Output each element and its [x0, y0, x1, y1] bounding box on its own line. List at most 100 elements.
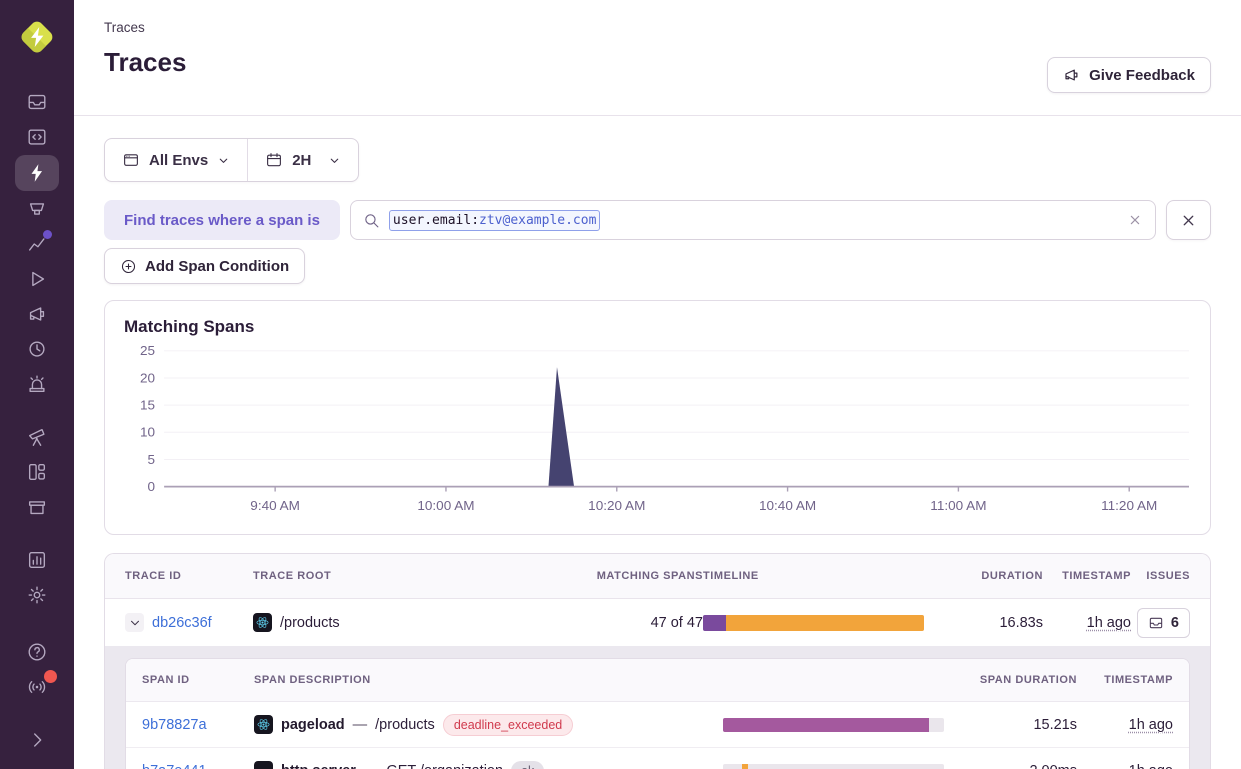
svg-text:10: 10	[140, 425, 155, 440]
trace-issues-button[interactable]: 6	[1137, 608, 1190, 638]
sidebar-item-performance-active[interactable]	[15, 155, 59, 191]
span-search-input[interactable]: user.email:ztv@example.com	[350, 200, 1156, 240]
matching-spans-chart[interactable]: 05101520259:40 AM10:00 AM10:20 AM10:40 A…	[124, 339, 1191, 524]
sidebar-item-crons[interactable]	[15, 367, 59, 401]
span-row: b7a7e441 ex http.server — GET /organizat…	[126, 748, 1189, 769]
give-feedback-label: Give Feedback	[1089, 67, 1195, 84]
col-span-duration: SPAN DURATION	[973, 674, 1077, 686]
trace-timeline-bar[interactable]	[703, 615, 924, 631]
span-op: pageload	[281, 717, 345, 733]
status-badge-deadline-exceeded: deadline_exceeded	[443, 714, 573, 736]
svg-text:11:20 AM: 11:20 AM	[1101, 498, 1157, 513]
span-timestamp[interactable]: 1h ago	[1129, 763, 1173, 769]
token-key: user.email:	[393, 213, 479, 228]
search-token[interactable]: user.email:ztv@example.com	[389, 210, 601, 231]
token-value: ztv@example.com	[479, 213, 596, 228]
sidebar-item-history[interactable]	[15, 332, 59, 366]
svg-text:10:00 AM: 10:00 AM	[417, 498, 474, 513]
collapse-row-button[interactable]	[125, 613, 144, 632]
span-id-link[interactable]: b7a7e441	[142, 763, 207, 769]
col-trace-root: TRACE ROOT	[253, 570, 585, 582]
span-separator: —	[364, 763, 379, 769]
span-description: GET /organization	[386, 763, 503, 769]
page-header: Traces Traces Give Feedback	[74, 0, 1241, 116]
col-span-description: SPAN DESCRIPTION	[254, 674, 723, 686]
sidebar-item-whats-new[interactable]	[15, 670, 59, 704]
give-feedback-button[interactable]: Give Feedback	[1047, 57, 1211, 93]
add-span-condition-label: Add Span Condition	[145, 258, 289, 275]
span-description: /products	[375, 717, 435, 733]
sidebar-item-explore[interactable]	[15, 420, 59, 454]
window-icon	[122, 151, 140, 169]
col-duration: DURATION	[955, 570, 1043, 582]
sidebar-item-settings[interactable]	[15, 578, 59, 612]
sidebar-item-insights[interactable]	[15, 227, 59, 261]
breadcrumb[interactable]: Traces	[104, 20, 1211, 35]
sidebar-item-issues[interactable]	[15, 85, 59, 119]
svg-text:5: 5	[148, 452, 156, 467]
add-span-condition-button[interactable]: Add Span Condition	[104, 248, 305, 284]
remove-condition-button[interactable]	[1166, 200, 1211, 240]
sidebar-item-replays[interactable]	[15, 262, 59, 296]
chart-title: Matching Spans	[124, 317, 1191, 337]
span-duration: 15.21s	[973, 717, 1077, 733]
span-separator: —	[353, 717, 368, 733]
sidebar-item-dashboards[interactable]	[15, 455, 59, 489]
trace-id-link[interactable]: db26c36f	[152, 615, 212, 631]
environment-selector[interactable]: All Envs	[105, 151, 247, 169]
svg-text:9:40 AM: 9:40 AM	[250, 498, 300, 513]
trace-duration: 16.83s	[955, 615, 1043, 631]
environment-value: All Envs	[149, 152, 208, 169]
plus-circle-icon	[120, 258, 137, 275]
trace-row: db26c36f /products 47 of 47 16.83s 1h ag…	[105, 599, 1210, 646]
span-duration: 2.00ms	[973, 763, 1077, 769]
col-span-timestamp: TIMESTAMP	[1077, 674, 1173, 686]
filter-group: All Envs 2H	[104, 138, 359, 182]
sidebar-collapse-button[interactable]	[15, 723, 59, 757]
sidebar-item-releases[interactable]	[15, 192, 59, 226]
span-op: http.server	[281, 763, 356, 769]
span-table-header: SPAN ID SPAN DESCRIPTION SPAN DURATION T…	[126, 659, 1189, 702]
sentry-logo[interactable]	[15, 15, 59, 59]
megaphone-icon	[1063, 66, 1081, 84]
span-condition-row: Find traces where a span is user.email:z…	[104, 200, 1211, 240]
chevron-down-icon	[217, 154, 230, 167]
trace-root: /products	[280, 615, 340, 631]
sidebar-item-projects[interactable]	[15, 120, 59, 154]
span-timeline-bar[interactable]	[723, 764, 944, 769]
sidebar-item-feedback[interactable]	[15, 297, 59, 331]
whats-new-notification-dot	[44, 670, 57, 683]
span-timestamp[interactable]: 1h ago	[1129, 717, 1173, 733]
chevron-down-icon	[328, 154, 341, 167]
svg-text:0: 0	[148, 479, 156, 494]
search-icon	[363, 212, 380, 229]
span-table: SPAN ID SPAN DESCRIPTION SPAN DURATION T…	[125, 658, 1190, 769]
sidebar-item-archive[interactable]	[15, 490, 59, 524]
traces-page: Traces Traces Give Feedback All Envs 2H	[0, 0, 1241, 769]
span-row: 9b78827a pageload — /products deadline_e…	[126, 702, 1189, 748]
trace-table: TRACE ID TRACE ROOT MATCHING SPANS TIMEL…	[104, 553, 1211, 769]
span-id-link[interactable]: 9b78827a	[142, 717, 207, 733]
col-timestamp: TIMESTAMP	[1043, 570, 1131, 582]
svg-text:15: 15	[140, 398, 155, 413]
date-range-selector[interactable]: 2H	[248, 151, 358, 169]
content: All Envs 2H Find traces where a span is …	[74, 116, 1241, 769]
svg-text:20: 20	[140, 371, 155, 386]
svg-text:25: 25	[140, 343, 155, 358]
sidebar-item-stats[interactable]	[15, 543, 59, 577]
sidebar	[0, 0, 74, 769]
trace-issues-count: 6	[1171, 615, 1179, 631]
trace-timestamp[interactable]: 1h ago	[1087, 615, 1131, 631]
close-icon	[1180, 212, 1197, 229]
svg-text:10:20 AM: 10:20 AM	[588, 498, 645, 513]
col-matching-spans: MATCHING SPANS	[585, 570, 703, 582]
insights-notification-dot	[43, 230, 52, 239]
main-area: Traces Traces Give Feedback All Envs 2H	[74, 0, 1241, 769]
express-icon: ex	[254, 761, 273, 769]
col-timeline: TIMELINE	[703, 570, 955, 582]
calendar-icon	[265, 151, 283, 169]
matching-spans-count: 47 of 47	[585, 615, 703, 631]
span-timeline-bar[interactable]	[723, 718, 944, 732]
sidebar-item-help[interactable]	[15, 635, 59, 669]
clear-search-button[interactable]	[1127, 212, 1143, 228]
